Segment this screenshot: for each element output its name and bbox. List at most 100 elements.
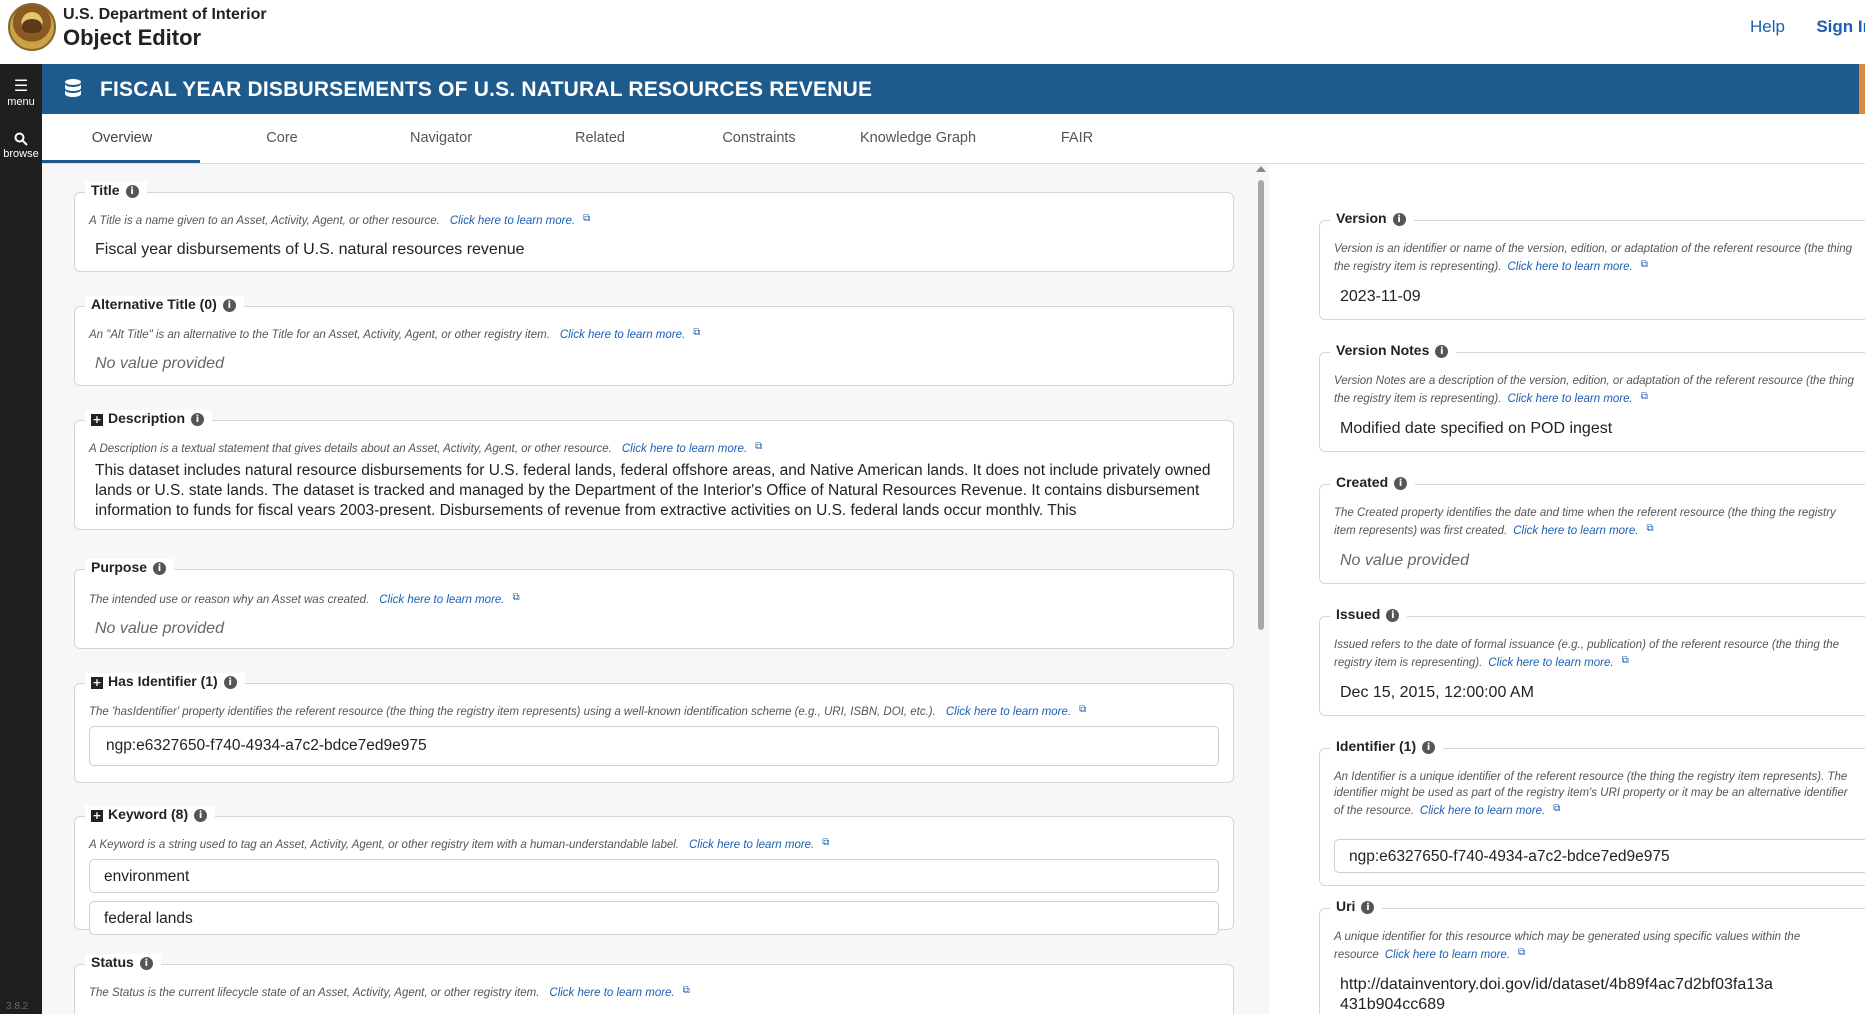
help-link[interactable]: Help [1750,17,1785,37]
field-description: The intended use or reason why an Asset … [89,592,520,606]
external-link-icon: ⧉ [693,327,701,338]
info-icon[interactable]: i [1386,609,1400,622]
menu-button[interactable]: ☰ menu [0,78,42,108]
learn-more-link[interactable]: Click here to learn more. [622,443,747,455]
version-field-card: Version i Version is an identifier or nam… [1319,210,1865,320]
info-icon[interactable]: i [191,413,205,426]
keyword-value[interactable]: federal lands [89,901,1219,935]
learn-more-link[interactable]: Click here to learn more. [549,987,674,999]
info-icon[interactable]: i [139,957,153,970]
learn-more-link[interactable]: Click here to learn more. [689,839,814,851]
info-icon[interactable]: i [222,299,236,312]
scroll-up-arrow[interactable] [1256,166,1266,172]
issued-field-card: Issued i Issued refers to the date of for… [1319,606,1865,716]
org-name: U.S. Department of Interior [63,6,267,23]
tab-fair[interactable]: FAIR [997,130,1157,146]
status-field-card: Status i The Status is the current lifecy… [74,954,1234,1014]
created-field-label: Created i [1330,474,1416,490]
browse-button[interactable]: browse [0,132,42,160]
description-field-label[interactable]: + Description i [85,410,213,426]
uri-field-label: Uri i [1330,898,1383,914]
tab-knowledge-graph[interactable]: Knowledge Graph [838,130,998,146]
expand-icon[interactable]: + [91,414,103,426]
learn-more-link[interactable]: Click here to learn more. [1507,393,1632,405]
external-link-icon: ⧉ [1518,947,1526,958]
keyword-field-label[interactable]: + Keyword (8) i [85,806,216,822]
learn-more-link[interactable]: Click here to learn more. [379,594,504,606]
expand-icon[interactable]: + [91,677,103,689]
external-link-icon: ⧉ [1646,523,1654,534]
version-field-label: Version i [1330,210,1414,226]
info-icon[interactable]: i [1392,213,1406,226]
field-description: A unique identifier for this resource wh… [1334,931,1801,961]
version-notes-field-card: Version Notes i Version Notes are a descr… [1319,342,1865,452]
learn-more-link[interactable]: Click here to learn more. [560,329,685,341]
tab-core[interactable]: Core [202,130,362,146]
external-link-icon: ⧉ [1640,391,1648,402]
info-icon[interactable]: i [1435,345,1449,358]
identifier-value[interactable]: ngp:e6327650-f740-4934-a7c2-bdce7ed9e975 [1334,839,1865,873]
external-link-icon: ⧉ [682,985,690,996]
learn-more-link[interactable]: Click here to learn more. [946,706,1071,718]
purpose-value: No value provided [95,620,224,637]
keyword-value[interactable]: environment [89,859,1219,893]
info-icon[interactable]: i [223,676,237,689]
info-icon[interactable]: i [153,562,167,575]
tab-constraints[interactable]: Constraints [679,130,839,146]
learn-more-link[interactable]: Click here to learn more. [1507,261,1632,273]
issued-value: Dec 15, 2015, 12:00:00 AM [1340,684,1534,701]
issued-field-label: Issued i [1330,606,1408,622]
tab-bar: Overview Core Navigator Related Constrai… [42,114,1865,164]
tab-overview[interactable]: Overview [42,130,202,146]
title-field-label: Title i [85,182,147,198]
left-column-scrollbar[interactable] [1258,180,1264,630]
external-link-icon: ⧉ [1079,704,1087,715]
external-link-icon: ⧉ [1553,803,1561,814]
learn-more-link[interactable]: Click here to learn more. [1513,525,1638,537]
has-identifier-value[interactable]: ngp:e6327650-f740-4934-a7c2-bdce7ed9e975 [89,726,1219,766]
uri-field-card: Uri i A unique identifier for this resour… [1319,898,1865,1014]
alt-title-value: No value provided [95,355,224,372]
alt-title-field-card: Alternative Title (0) i An "Alt Title" is… [74,296,1234,386]
purpose-field-card: Purpose i The intended use or reason why … [74,559,1234,649]
active-tab-indicator [42,160,200,163]
database-icon [65,79,81,97]
learn-more-link[interactable]: Click here to learn more. [1420,805,1545,817]
field-description: Version Notes are a description of the v… [1334,375,1854,405]
doi-seal-logo [8,3,56,51]
alt-title-field-label: Alternative Title (0) i [85,296,244,312]
app-name: Object Editor [63,25,202,50]
description-value: This dataset includes natural resource d… [95,462,1211,516]
field-description: An "Alt Title" is an alternative to the … [89,327,701,341]
info-icon[interactable]: i [125,185,139,198]
field-description: Version is an identifier or name of the … [1334,243,1853,273]
title-bar: FISCAL YEAR DISBURSEMENTS OF U.S. NATURA… [42,64,1865,114]
has-identifier-field-label[interactable]: + Has Identifier (1) i [85,673,245,689]
external-link-icon: ⧉ [1621,655,1629,666]
info-icon[interactable]: i [194,809,208,822]
app-version: 3.8.2 [6,1001,29,1012]
field-description: Issued refers to the date of formal issu… [1334,639,1840,669]
info-icon[interactable]: i [1394,477,1408,490]
tab-related[interactable]: Related [520,130,680,146]
learn-more-link[interactable]: Click here to learn more. [1488,657,1613,669]
external-link-icon: ⧉ [512,592,520,603]
uri-value: http://datainventory.doi.gov/id/dataset/… [1340,976,1773,1013]
overview-left-column: Title i A Title is a name given to an Ass… [42,164,1269,1014]
sign-in-link[interactable]: Sign In [1816,17,1865,37]
learn-more-link[interactable]: Click here to learn more. [1385,949,1510,961]
info-icon[interactable]: i [1422,741,1436,754]
field-description: A Keyword is a string used to tag an Ass… [89,837,830,851]
tab-navigator[interactable]: Navigator [361,130,521,146]
field-description: The 'hasIdentifier' property identifies … [89,704,1087,718]
version-value: 2023-11-09 [1340,288,1421,305]
field-description: An Identifier is a unique identifier of … [1334,771,1848,817]
learn-more-link[interactable]: Click here to learn more. [450,215,575,227]
hamburger-icon: ☰ [13,78,29,95]
info-icon[interactable]: i [1361,901,1375,914]
side-rail: ☰ menu browse 3.8.2 [0,64,42,1014]
title-value: Fiscal year disbursements of U.S. natura… [95,241,525,258]
purpose-field-label: Purpose i [85,559,175,575]
expand-icon[interactable]: + [91,810,103,822]
external-link-icon: ⧉ [1640,259,1648,270]
